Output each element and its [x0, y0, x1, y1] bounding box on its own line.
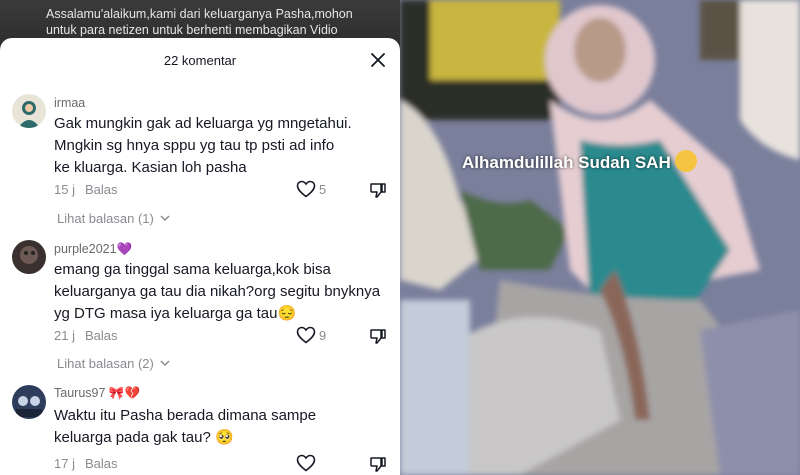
comment-item: Taurus97 🎀💔 Waktu itu Pasha berada diman… [0, 383, 400, 475]
dislike-icon [370, 183, 386, 198]
video-overlay-text: Alhamdulillah Sudah SAH [462, 150, 697, 173]
like-button[interactable] [296, 454, 316, 472]
comments-count-title: 22 komentar [163, 53, 237, 68]
comment-meta: 21 j Balas [54, 328, 118, 343]
blush-emoji-icon [674, 150, 697, 172]
avatar[interactable] [12, 94, 46, 128]
like-count: 9 [319, 328, 327, 343]
video-caption: Assalamu'alaikum,kami dari keluarganya P… [46, 7, 353, 37]
dislike-icon [370, 329, 386, 344]
dislike-icon [370, 457, 386, 472]
comment-item: purple2021💜 emang ga tinggal sama keluar… [0, 236, 400, 376]
view-replies-link[interactable]: Lihat balasan (2) [57, 356, 170, 371]
comments-sheet: 22 komentar irmaa Gak mungkin gak ad kel… [0, 38, 400, 475]
close-button[interactable] [368, 50, 388, 70]
chevron-down-icon [160, 215, 170, 222]
comment-username[interactable]: irmaa [54, 96, 85, 110]
video-still-image [400, 0, 800, 475]
like-count: 5 [319, 182, 327, 197]
avatar[interactable] [12, 240, 46, 274]
heart-icon [296, 326, 316, 344]
avatar[interactable] [12, 385, 46, 419]
comment-text: emang ga tinggal sama keluarga,kok bisa … [54, 261, 381, 322]
comment-text: Gak mungkin gak ad keluarga yg mngetahui… [54, 115, 352, 176]
video-frame[interactable]: Alhamdulillah Sudah SAH [400, 0, 800, 475]
reply-button[interactable]: Balas [85, 456, 118, 471]
close-icon [371, 53, 385, 67]
view-replies-label: Lihat balasan (1) [57, 211, 154, 226]
view-replies-label: Lihat balasan (2) [57, 356, 154, 371]
dislike-button[interactable] [369, 327, 387, 345]
comment-item: irmaa Gak mungkin gak ad keluarga yg mng… [0, 90, 400, 230]
reply-button[interactable]: Balas [85, 182, 118, 197]
dislike-button[interactable] [369, 455, 387, 473]
heart-icon [296, 454, 316, 472]
comment-text: Waktu itu Pasha berada dimana sampe kelu… [54, 407, 317, 446]
comment-time: 21 j [54, 328, 75, 343]
comment-time: 15 j [54, 182, 75, 197]
video-overlay-label: Alhamdulillah Sudah SAH [462, 153, 671, 172]
comment-username[interactable]: purple2021💜 [54, 242, 132, 257]
like-button[interactable] [296, 326, 316, 344]
view-replies-link[interactable]: Lihat balasan (1) [57, 211, 170, 226]
comment-username[interactable]: Taurus97 🎀💔 [54, 386, 140, 401]
heart-icon [296, 180, 316, 198]
comment-meta: 15 j Balas [54, 182, 118, 197]
comment-time: 17 j [54, 456, 75, 471]
dislike-button[interactable] [369, 181, 387, 199]
comment-meta: 17 j Balas [54, 456, 118, 471]
reply-button[interactable]: Balas [85, 328, 118, 343]
comment-panel: Assalamu'alaikum,kami dari keluarganya P… [0, 0, 400, 475]
chevron-down-icon [160, 360, 170, 367]
like-button[interactable] [296, 180, 316, 198]
